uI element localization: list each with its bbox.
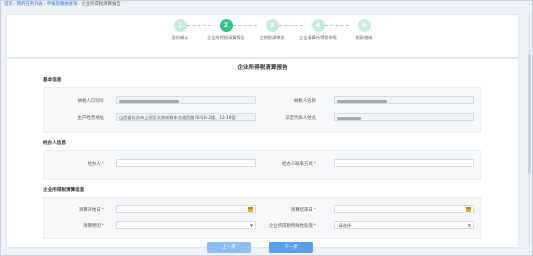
step-number: 2 (219, 19, 233, 32)
masked-value (337, 99, 387, 103)
scrollbar[interactable] (528, 14, 531, 246)
step-number: 1 (173, 19, 187, 32)
step-label: 身份确认 (171, 35, 189, 40)
section-title-basic: 基本信息 (43, 78, 62, 83)
start-date-input[interactable] (116, 205, 256, 213)
masked-value (119, 99, 179, 103)
breadcrumb-home[interactable]: 首页 (4, 2, 13, 7)
taxpayer-id-field (116, 96, 256, 104)
breadcrumb: 首页›我的任务列表›申报及缴纳查询›企业所得税清算报告 (4, 1, 121, 8)
step-4: 4 企业清算所得税申报 (295, 19, 341, 41)
handler-phone-input[interactable] (334, 159, 474, 167)
taxpayer-name-label: 纳税人名称 (294, 99, 316, 104)
prev-button[interactable]: 上一步 (207, 242, 251, 253)
taxpayer-name-field (334, 96, 474, 104)
handler-name-label: 经办人* (87, 162, 104, 167)
handler-info-section: 经办人* 经办人联系方式* (43, 150, 481, 180)
masked-value (337, 116, 361, 120)
step-3: 3 注销税源审核 (249, 19, 295, 41)
handler-phone-label: 经办人联系方式* (282, 162, 316, 167)
step-1: 1 身份确认 (157, 19, 203, 41)
step-number: 5 (357, 19, 371, 32)
special-treatment-select[interactable]: -请选择- ▼ (334, 221, 474, 229)
basic-info-section: 纳税人识别号 纳税人名称 生产经营地址 山西省长治市上党区太原街铁东北道西路78… (43, 87, 481, 133)
chevron-down-icon: ▼ (467, 223, 471, 228)
step-label: 企业清算所得税申报 (299, 35, 337, 40)
end-date-label: 清算结束日* (290, 208, 316, 213)
report-title: 企业所得税清算报告 (237, 65, 288, 71)
reason-select[interactable]: ▼ (116, 221, 256, 229)
reason-label: 清算原因* (83, 224, 104, 229)
next-button[interactable]: 下一步 (269, 242, 313, 253)
scrollbar-thumb[interactable] (528, 54, 531, 174)
legal-rep-label: 法定代表人姓名 (285, 116, 316, 121)
handler-name-input[interactable] (116, 159, 256, 167)
breadcrumb-current: 企业所得税清算报告 (81, 2, 121, 7)
breadcrumb-separator: › (13, 2, 16, 7)
breadcrumb-separator: › (43, 2, 46, 7)
step-5: 5 税款缴纳 (341, 19, 387, 41)
taxpayer-id-label: 纳税人识别号 (77, 99, 104, 104)
end-date-input[interactable] (334, 205, 474, 213)
step-progress-card: 1 身份确认 2 企业所得税清算报告 3 注销税源审核 4 企业清算所得税申报 … (6, 14, 519, 58)
address-label: 生产经营地址 (77, 116, 104, 121)
section-title-handler: 经办人信息 (43, 141, 66, 146)
address-field: 山西省长治市上党区太原街铁东北道西路78号B-2楼、12-18室 (116, 113, 256, 121)
liquidation-info-section: 清算开始日* 清算结束日* 清算原因* ▼ 企业所得税特殊性处理* -请选择- ▼ (43, 197, 481, 239)
section-title-liquidation: 企业所得税清算信息 (43, 188, 85, 193)
step-2: 2 企业所得税清算报告 (203, 19, 249, 41)
step-indicator: 1 身份确认 2 企业所得税清算报告 3 注销税源审核 4 企业清算所得税申报 … (157, 19, 387, 59)
chevron-down-icon: ▼ (249, 223, 253, 228)
step-label: 注销税源审核 (259, 35, 285, 40)
legal-rep-field (334, 113, 474, 121)
step-label: 税款缴纳 (355, 35, 373, 40)
step-number: 4 (311, 19, 325, 32)
step-number: 3 (265, 19, 279, 32)
calendar-icon[interactable] (248, 207, 253, 212)
breadcrumb-link-declaration[interactable]: 申报及缴纳查询 (47, 2, 78, 7)
breadcrumb-link-tasks[interactable]: 我的任务列表 (17, 2, 43, 7)
report-form: 企业所得税清算报告 基本信息 纳税人识别号 纳税人名称 生产经营地址 山西省长治… (6, 58, 519, 253)
special-treatment-label: 企业所得税特殊性处理* (268, 224, 316, 229)
step-label: 企业所得税清算报告 (207, 35, 245, 40)
calendar-icon[interactable] (466, 207, 471, 212)
start-date-label: 清算开始日* (78, 208, 104, 213)
breadcrumb-separator: › (78, 2, 81, 7)
